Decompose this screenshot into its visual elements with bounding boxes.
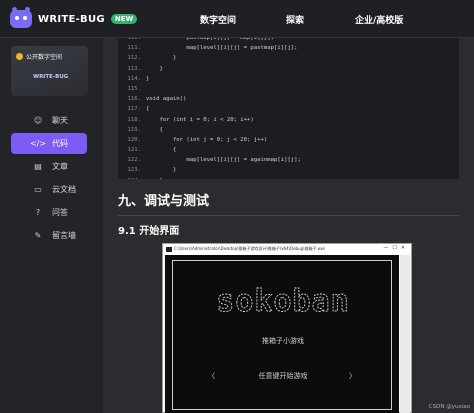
start-hint: 任意键开始游戏	[258, 372, 308, 380]
line-number: 124.	[120, 176, 141, 179]
subsection-heading: 9.1 开始界面	[118, 226, 180, 237]
code-line: 123. }	[120, 165, 459, 175]
line-number: 114.	[127, 75, 141, 82]
code-text: void again()	[146, 96, 187, 103]
code-text: }	[146, 75, 150, 82]
line-number: 121.	[127, 147, 141, 154]
code-text: }	[146, 167, 177, 174]
code-text: }	[146, 178, 162, 179]
console-body: sokoban 推箱子小游戏 〈 任意键开始游戏 〉	[165, 255, 399, 413]
line-number: 118.	[127, 116, 141, 123]
article-icon: ▤	[34, 162, 42, 171]
sidebar-item-message-wall[interactable]: ✎ 留言墙	[11, 225, 87, 246]
code-line: 117. {	[120, 104, 459, 114]
article-content: 110. pastmap[i][j] = map[i][j]; 111. map[…	[103, 38, 474, 413]
space-icon	[16, 53, 23, 60]
section-heading: 九、调试与测试	[118, 194, 210, 209]
code-line: 112. }	[120, 53, 459, 63]
sidebar-item-code[interactable]: </> 代码	[11, 133, 87, 154]
code-text: pastmap[i][j] = map[i][j];	[146, 38, 274, 41]
code-line: 124. }	[120, 176, 459, 179]
sokoban-logo-text: sokoban	[216, 284, 349, 319]
line-number: 122.	[127, 157, 141, 164]
console-title: C:\Users\Administrator\Desktop\推箱子游戏设计\推…	[174, 246, 325, 251]
game-subtitle: 推箱子小游戏	[262, 337, 304, 345]
logo-text: WRITE-BUG	[38, 13, 105, 25]
code-line: 114.}	[120, 74, 459, 84]
code-text: }	[146, 65, 163, 72]
csdn-watermark: CSDN @yuxiao	[428, 404, 470, 410]
window-controls: —☐✕	[383, 245, 409, 251]
nav-enterprise[interactable]: 企业/高校版	[355, 13, 403, 26]
line-number: 117.	[127, 106, 141, 113]
sidebar-item-cloud-doc[interactable]: ▭ 云文档	[11, 179, 87, 200]
line-number: 111.	[127, 45, 141, 52]
code-text: map[level][i][j] = pastmap[i][j];	[146, 45, 298, 52]
code-text: {	[146, 126, 163, 133]
question-icon: ?	[35, 208, 41, 217]
site-logo[interactable]: WRITE-BUG NEW	[10, 7, 138, 28]
sidebar-item-label: 文章	[52, 162, 68, 171]
code-text: {	[146, 106, 150, 113]
code-line: 118. for (int i = 0; i < 20; i++)	[120, 115, 459, 125]
line-number: 119.	[127, 126, 141, 133]
sidebar: 公开数字空间 WRITE-BUG ☺ 聊天 </> 代码 ▤ 文章 ▭ 云文档 …	[0, 38, 103, 413]
message-wall-icon: ✎	[34, 231, 42, 240]
card-title: 公开数字空间	[26, 54, 63, 61]
sidebar-item-article[interactable]: ▤ 文章	[11, 156, 87, 177]
code-line: 120. for (int j = 0; j < 20; j++)	[120, 135, 459, 145]
code-line: 115.	[120, 84, 459, 94]
code-icon: </>	[29, 139, 47, 148]
line-number: 112.	[127, 55, 141, 62]
sidebar-item-chat[interactable]: ☺ 聊天	[11, 110, 87, 131]
console-screenshot: C:\Users\Administrator\Desktop\推箱子游戏设计\推…	[162, 243, 412, 413]
sidebar-item-label: 云文档	[52, 185, 76, 194]
sidebar-item-label: 代码	[52, 139, 68, 148]
code-text: for (int j = 0; j < 20; j++)	[146, 136, 268, 143]
code-line: 116. void again()	[120, 94, 459, 104]
new-badge: NEW	[110, 14, 138, 24]
code-text: }	[146, 55, 177, 62]
code-line: 111. map[level][i][j] = pastmap[i][j];	[120, 43, 459, 53]
code-block: 110. pastmap[i][j] = map[i][j]; 111. map[…	[118, 38, 459, 179]
top-bar: WRITE-BUG NEW 数字空间 探索 企业/高校版	[0, 0, 474, 38]
logo-icon	[10, 7, 32, 28]
cloud-doc-icon: ▭	[34, 185, 42, 194]
chat-icon: ☺	[33, 116, 43, 125]
sokoban-logo: sokoban	[216, 284, 349, 320]
sidebar-item-label: 问答	[52, 208, 68, 217]
console-app-icon	[166, 246, 172, 252]
code-text: map[level][i][j] = againmap[i][j];	[146, 157, 301, 164]
line-number: 116.	[127, 96, 141, 103]
line-number: 123.	[127, 167, 141, 174]
heading-divider	[118, 215, 459, 216]
game-frame: sokoban 推箱子小游戏 〈 任意键开始游戏 〉	[172, 260, 392, 410]
code-text: for (int i = 0; i < 20; i++)	[146, 116, 254, 123]
line-number: 113.	[127, 65, 141, 72]
card-subtitle: WRITE-BUG	[33, 74, 69, 80]
console-scrollbar[interactable]	[400, 255, 410, 413]
public-space-card[interactable]: 公开数字空间 WRITE-BUG	[11, 46, 88, 96]
sidebar-item-qa[interactable]: ? 问答	[11, 202, 87, 223]
nav-digital-space[interactable]: 数字空间	[200, 13, 236, 26]
code-line: 121. {	[120, 145, 459, 155]
code-line: 119. {	[120, 125, 459, 135]
line-number: 115.	[127, 85, 141, 92]
code-text: {	[146, 147, 177, 154]
right-arrow-icon: 〉	[349, 372, 356, 380]
code-line: 122. map[level][i][j] = againmap[i][j];	[120, 155, 459, 165]
sidebar-item-label: 留言墙	[52, 231, 76, 240]
line-number: 120.	[127, 136, 141, 143]
sidebar-item-label: 聊天	[52, 116, 68, 125]
code-line: 113. }	[120, 64, 459, 74]
console-titlebar: C:\Users\Administrator\Desktop\推箱子游戏设计\推…	[163, 244, 411, 254]
nav-explore[interactable]: 探索	[286, 13, 304, 26]
